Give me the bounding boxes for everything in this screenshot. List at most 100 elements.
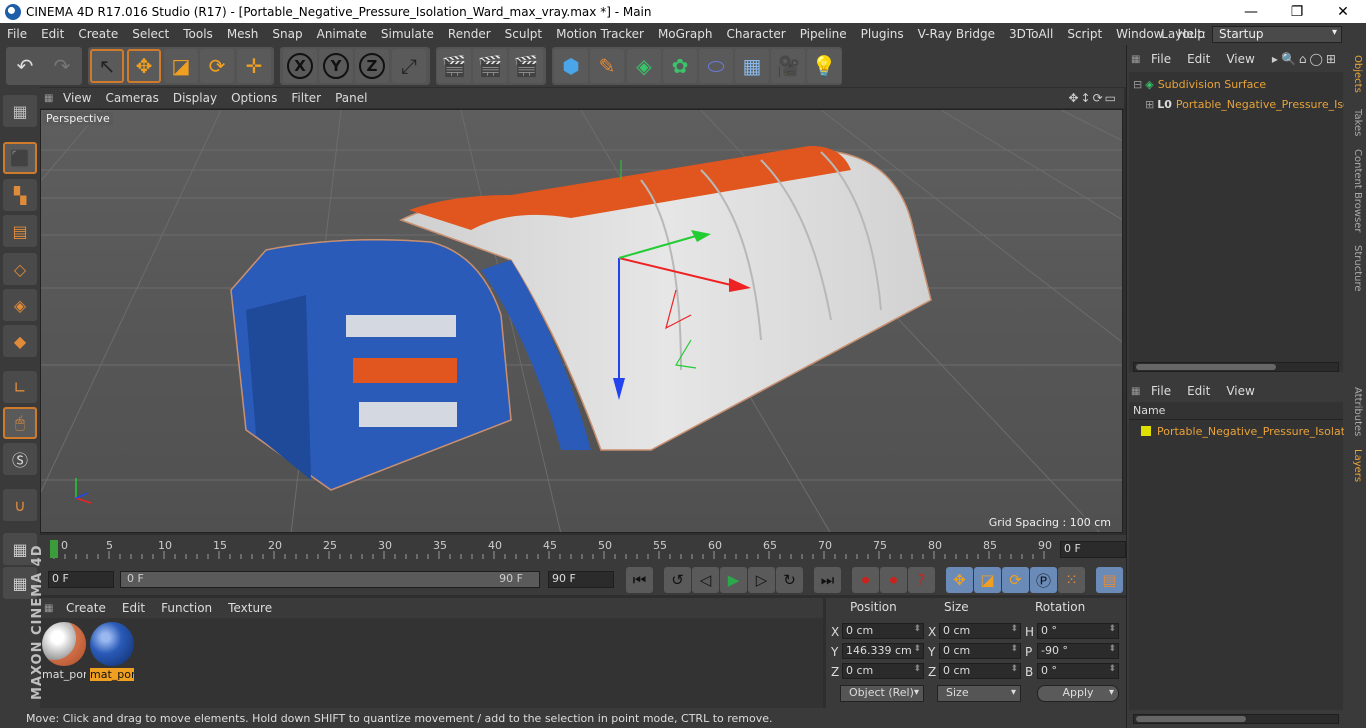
menu-plugins[interactable]: Plugins xyxy=(854,27,911,41)
tab-content-browser[interactable]: Content Browser xyxy=(1347,149,1363,232)
material-menu-function[interactable]: Function xyxy=(153,601,220,615)
playhead[interactable] xyxy=(50,540,58,558)
menu-select[interactable]: Select xyxy=(125,27,176,41)
points-mode-icon[interactable]: ◇ xyxy=(3,253,37,285)
next-keyframe-icon[interactable]: ↻ xyxy=(776,567,803,593)
record-parameter-icon[interactable]: Ⓟ xyxy=(1030,567,1057,593)
menu-pipeline[interactable]: Pipeline xyxy=(793,27,854,41)
play-icon[interactable]: ▶ xyxy=(720,567,747,593)
menu-character[interactable]: Character xyxy=(719,27,792,41)
subdivision-surface-icon[interactable]: ◈ xyxy=(627,49,661,83)
render-view-icon[interactable]: 🎬 xyxy=(437,49,471,83)
move-tool-icon[interactable]: ✥ xyxy=(127,49,161,83)
layers-menu-view[interactable]: View xyxy=(1218,384,1262,398)
layers-menu-file[interactable]: File xyxy=(1143,384,1179,398)
rotate-tool-icon[interactable]: ⟳ xyxy=(200,49,234,83)
layers-menu-edit[interactable]: Edit xyxy=(1179,384,1218,398)
floor-environment-icon[interactable]: ▦ xyxy=(735,49,769,83)
menu-vray-bridge[interactable]: V-Ray Bridge xyxy=(911,27,1002,41)
record-keys-icon[interactable]: ⏺ xyxy=(852,567,879,593)
material-swatch[interactable]: mat_por xyxy=(42,622,86,682)
scale-tool-icon[interactable]: ◪ xyxy=(164,49,198,83)
size-x-field[interactable]: 0 cm xyxy=(939,623,1021,639)
tweak-mode-icon[interactable]: 🖱 xyxy=(3,407,37,439)
objects-menu-view[interactable]: View xyxy=(1218,52,1262,66)
material-menu-edit[interactable]: Edit xyxy=(114,601,153,615)
cloner-icon[interactable]: ✿ xyxy=(663,49,697,83)
previous-keyframe-icon[interactable]: ↺ xyxy=(664,567,691,593)
light-icon[interactable]: 💡 xyxy=(807,49,841,83)
menu-motion-tracker[interactable]: Motion Tracker xyxy=(549,27,651,41)
x-axis-lock-icon[interactable]: X xyxy=(283,49,317,83)
menu-script[interactable]: Script xyxy=(1060,27,1109,41)
tab-attributes[interactable]: Attributes xyxy=(1347,387,1363,436)
menu-edit[interactable]: Edit xyxy=(34,27,71,41)
objects-panel-tools-icons[interactable]: ▸🔍⌂◯⊞ xyxy=(1272,52,1339,66)
tab-objects[interactable]: Objects xyxy=(1347,55,1363,93)
coordinate-system-icon[interactable]: ⤢ xyxy=(392,49,426,83)
objects-menu-edit[interactable]: Edit xyxy=(1179,52,1218,66)
timeline[interactable]: 0 5 10 15 20 25 30 35 40 45 50 55 60 65 … xyxy=(40,535,1126,565)
object-row-subdivision-surface[interactable]: ⊟ ◈ Subdivision Surface xyxy=(1133,75,1266,93)
menu-render[interactable]: Render xyxy=(441,27,498,41)
deformer-icon[interactable]: ⬭ xyxy=(699,49,733,83)
viewport-navigation-icons[interactable]: ✥↕⟳▭ xyxy=(1068,91,1118,105)
material-menu-create[interactable]: Create xyxy=(58,601,114,615)
objects-horizontal-scrollbar[interactable] xyxy=(1133,362,1339,372)
previous-frame-icon[interactable]: ◁ xyxy=(692,567,719,593)
menu-snap[interactable]: Snap xyxy=(265,27,309,41)
layout-dropdown[interactable]: Startup xyxy=(1212,25,1342,43)
position-y-field[interactable]: 146.339 cm xyxy=(842,643,924,659)
close-button[interactable]: ✕ xyxy=(1320,0,1366,23)
camera-label[interactable]: Perspective xyxy=(43,112,113,125)
timeline-icon[interactable]: ▤ xyxy=(1096,567,1123,593)
material-swatch-selected[interactable]: mat_por xyxy=(90,622,134,682)
rotation-p-field[interactable]: -90 ° xyxy=(1037,643,1119,659)
solo-mode-icon[interactable]: Ⓢ xyxy=(3,443,37,475)
position-z-field[interactable]: 0 cm xyxy=(842,663,924,679)
axis-mode-icon[interactable]: ∟ xyxy=(3,371,37,403)
tab-takes[interactable]: Takes xyxy=(1347,109,1363,136)
coordinate-mode-dropdown[interactable]: Object (Rel) xyxy=(840,685,924,702)
select-tool-icon[interactable]: ↖ xyxy=(90,49,124,83)
objects-menu-file[interactable]: File xyxy=(1143,52,1179,66)
camera-icon[interactable]: 🎥 xyxy=(771,49,805,83)
current-frame-field[interactable]: 0 F xyxy=(1060,541,1126,558)
layer-color-swatch[interactable] xyxy=(1141,426,1151,436)
viewport-menu-display[interactable]: Display xyxy=(166,91,224,105)
viewport-menu-view[interactable]: View xyxy=(56,91,98,105)
minimize-button[interactable]: — xyxy=(1228,0,1274,23)
viewport-menu-panel[interactable]: Panel xyxy=(328,91,374,105)
menu-mograph[interactable]: MoGraph xyxy=(651,27,720,41)
next-frame-icon[interactable]: ▷ xyxy=(748,567,775,593)
redo-icon[interactable]: ↷ xyxy=(45,49,79,83)
keyframe-selection-icon[interactable]: ? xyxy=(908,567,935,593)
make-editable-icon[interactable]: ▦ xyxy=(3,95,37,127)
workplane-mode-icon[interactable]: ▤ xyxy=(3,215,37,247)
go-to-start-icon[interactable]: ⏮ xyxy=(626,567,653,593)
menu-file[interactable]: File xyxy=(0,27,34,41)
model-mode-icon[interactable]: ⬛ xyxy=(3,142,37,174)
position-x-field[interactable]: 0 cm xyxy=(842,623,924,639)
menu-mesh[interactable]: Mesh xyxy=(220,27,266,41)
expand-icon[interactable]: ⊞ xyxy=(1145,98,1154,111)
viewport-menu-filter[interactable]: Filter xyxy=(284,91,328,105)
polygons-mode-icon[interactable]: ◆ xyxy=(3,325,37,357)
object-name[interactable]: Subdivision Surface xyxy=(1158,78,1266,91)
end-frame-field[interactable]: 90 F xyxy=(548,571,614,588)
viewport-menu-cameras[interactable]: Cameras xyxy=(98,91,165,105)
record-position-icon[interactable]: ✥ xyxy=(946,567,973,593)
rotation-h-field[interactable]: 0 ° xyxy=(1037,623,1119,639)
object-row-portable-ward[interactable]: ⊞ L0 Portable_Negative_Pressure_Isola xyxy=(1145,95,1360,113)
timeline-ruler[interactable]: 0 5 10 15 20 25 30 35 40 45 50 55 60 65 … xyxy=(50,539,1052,561)
render-settings-icon[interactable]: 🎬 xyxy=(509,49,543,83)
pen-spline-icon[interactable]: ✎ xyxy=(590,49,624,83)
expand-icon[interactable]: ⊟ xyxy=(1133,78,1142,91)
size-z-field[interactable]: 0 cm xyxy=(939,663,1021,679)
tab-layers[interactable]: Layers xyxy=(1347,449,1363,482)
maximize-button[interactable]: ❐ xyxy=(1274,0,1320,23)
start-frame-field[interactable]: 0 F xyxy=(48,571,114,588)
go-to-end-icon[interactable]: ⏭ xyxy=(814,567,841,593)
menu-sculpt[interactable]: Sculpt xyxy=(498,27,549,41)
menu-create[interactable]: Create xyxy=(71,27,125,41)
